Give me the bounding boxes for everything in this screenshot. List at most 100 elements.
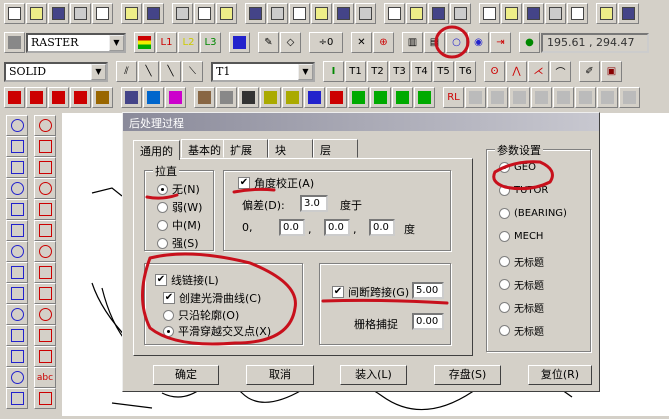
arc-icon[interactable]: ⌒: [550, 61, 571, 82]
straighten-none-radio[interactable]: 无(N): [157, 181, 200, 197]
tab-block[interactable]: 块: [268, 139, 313, 158]
gap-bridge-checkbox[interactable]: ✔ 间断跨接(G): [332, 284, 409, 300]
cross-icon[interactable]: ✕: [351, 32, 372, 53]
zoom-out-icon[interactable]: [333, 3, 354, 24]
fill-8-icon[interactable]: [392, 87, 413, 108]
snap-end-icon[interactable]: [4, 87, 25, 108]
draw-tool-10-0-icon[interactable]: [6, 325, 28, 346]
snap-icon[interactable]: [501, 3, 522, 24]
angle-correction-checkbox[interactable]: ✔ 角度校正(A): [238, 175, 314, 191]
draw-tool-6-1-icon[interactable]: [34, 241, 56, 262]
open-raster-icon[interactable]: [194, 87, 215, 108]
circle-icon[interactable]: ○: [446, 32, 467, 53]
draw-tool-1-1-icon[interactable]: [34, 136, 56, 157]
l3-button[interactable]: L3: [200, 32, 221, 53]
l2-button[interactable]: L2: [178, 32, 199, 53]
layer-select[interactable]: RASTER ▼: [26, 32, 126, 53]
t6-button[interactable]: T6: [455, 61, 476, 82]
open-icon[interactable]: [26, 3, 47, 24]
grid-snap-input[interactable]: 0.00: [412, 313, 444, 330]
t4-button[interactable]: T4: [411, 61, 432, 82]
zoom-fit-icon[interactable]: [355, 3, 376, 24]
measure-icon[interactable]: [567, 3, 588, 24]
tab-general[interactable]: 通用的: [133, 140, 180, 160]
pointer-icon[interactable]: [597, 87, 618, 108]
window-icon[interactable]: ▣: [601, 61, 622, 82]
draw-tool-7-1-icon[interactable]: [34, 262, 56, 283]
straighten-medium-radio[interactable]: 中(M): [157, 217, 201, 233]
reset-button[interactable]: 复位(R): [528, 365, 592, 385]
param-option-radio[interactable]: 无标题: [499, 300, 544, 315]
draw-tool-2-1-icon[interactable]: [34, 157, 56, 178]
line-style-3-icon[interactable]: ╲: [160, 61, 181, 82]
draw-tool-3-0-icon[interactable]: [6, 178, 28, 199]
draw-tool-2-0-icon[interactable]: [6, 157, 28, 178]
draw-tool-9-1-icon[interactable]: [34, 304, 56, 325]
angle-input-3[interactable]: 0.0: [369, 219, 395, 236]
open-icon[interactable]: [465, 87, 486, 108]
zoom-icon[interactable]: [289, 3, 310, 24]
draw-tool-8-1-icon[interactable]: [34, 283, 56, 304]
layer-color-icon[interactable]: [134, 32, 155, 53]
eraser-fill-icon[interactable]: [229, 32, 250, 53]
draw-tool-9-0-icon[interactable]: [6, 304, 28, 325]
tab-basic[interactable]: 基本的: [181, 139, 228, 158]
param-option-radio[interactable]: MECH: [499, 231, 543, 242]
param-option-radio[interactable]: GEO: [499, 162, 536, 173]
l1-button[interactable]: L1: [156, 32, 177, 53]
t2-button[interactable]: T2: [367, 61, 388, 82]
undo-icon[interactable]: [172, 3, 193, 24]
raster-icon[interactable]: [4, 32, 25, 53]
fill-5-icon[interactable]: [326, 87, 347, 108]
line-style-1-icon[interactable]: ⫽: [116, 61, 137, 82]
cancel-button[interactable]: 取消: [246, 365, 314, 385]
new-icon[interactable]: [4, 3, 25, 24]
rl-button[interactable]: RL: [443, 87, 464, 108]
chevron-down-icon[interactable]: ▼: [298, 63, 313, 80]
draw-tool-0-1-icon[interactable]: [34, 115, 56, 136]
text-height-icon[interactable]: I: [323, 61, 344, 82]
fill-4-icon[interactable]: [304, 87, 325, 108]
deviation-input[interactable]: 3.0: [300, 195, 328, 212]
fill-7-icon[interactable]: [370, 87, 391, 108]
snap-box-icon[interactable]: [70, 87, 91, 108]
angle-input-1[interactable]: 0.0: [279, 219, 305, 236]
load-button[interactable]: 装入(L): [340, 365, 407, 385]
grid-icon[interactable]: [479, 3, 500, 24]
pencil-icon[interactable]: ✎: [258, 32, 279, 53]
t5-button[interactable]: T5: [433, 61, 454, 82]
print-preview-icon[interactable]: [70, 3, 91, 24]
draw-tool-1-0-icon[interactable]: [6, 136, 28, 157]
param-option-radio[interactable]: (BEARING): [499, 208, 567, 219]
smooth-cross-radio[interactable]: 平滑穿越交叉点(X): [163, 323, 271, 339]
table-icon[interactable]: [121, 87, 142, 108]
text-tool-button[interactable]: abc: [34, 367, 56, 388]
area-icon[interactable]: [450, 3, 471, 24]
draw-tool-5-0-icon[interactable]: [6, 220, 28, 241]
save-button[interactable]: 存盘(S): [434, 365, 501, 385]
pattern-icon[interactable]: [575, 87, 596, 108]
draw-tool-6-0-icon[interactable]: [6, 241, 28, 262]
param-option-radio[interactable]: 无标题: [499, 277, 544, 292]
join-line-icon[interactable]: ⋌: [528, 61, 549, 82]
param-option-radio[interactable]: 无标题: [499, 254, 544, 269]
cloud-icon[interactable]: [553, 87, 574, 108]
draw-tool-13-0-icon[interactable]: [6, 388, 28, 409]
tools-icon[interactable]: [165, 87, 186, 108]
param-option-radio[interactable]: TUTOR: [499, 185, 548, 196]
linetype-select[interactable]: SOLID ▼: [4, 61, 108, 82]
save-icon[interactable]: [48, 3, 69, 24]
paste-icon[interactable]: [143, 3, 164, 24]
contour-only-radio[interactable]: 只沿轮廓(O): [163, 307, 239, 323]
crop-icon[interactable]: [267, 3, 288, 24]
chevron-down-icon[interactable]: ▼: [91, 63, 106, 80]
chevron-down-icon[interactable]: ▼: [109, 34, 124, 51]
snap-point-icon[interactable]: [26, 87, 47, 108]
search-icon[interactable]: [531, 87, 552, 108]
redo-icon[interactable]: [194, 3, 215, 24]
target-icon[interactable]: ⊕: [373, 32, 394, 53]
edit-icon[interactable]: ✐: [579, 61, 600, 82]
t1-button[interactable]: T1: [345, 61, 366, 82]
line-join-checkbox[interactable]: ✔ 线链接(L): [155, 272, 219, 288]
fill-9-icon[interactable]: [414, 87, 435, 108]
